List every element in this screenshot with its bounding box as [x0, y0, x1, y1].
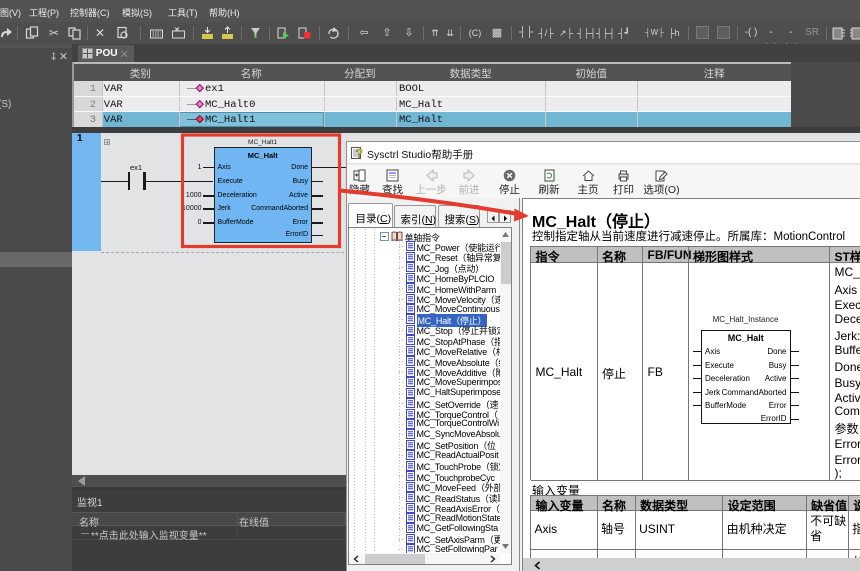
svg-text:?: ?: [356, 147, 363, 161]
